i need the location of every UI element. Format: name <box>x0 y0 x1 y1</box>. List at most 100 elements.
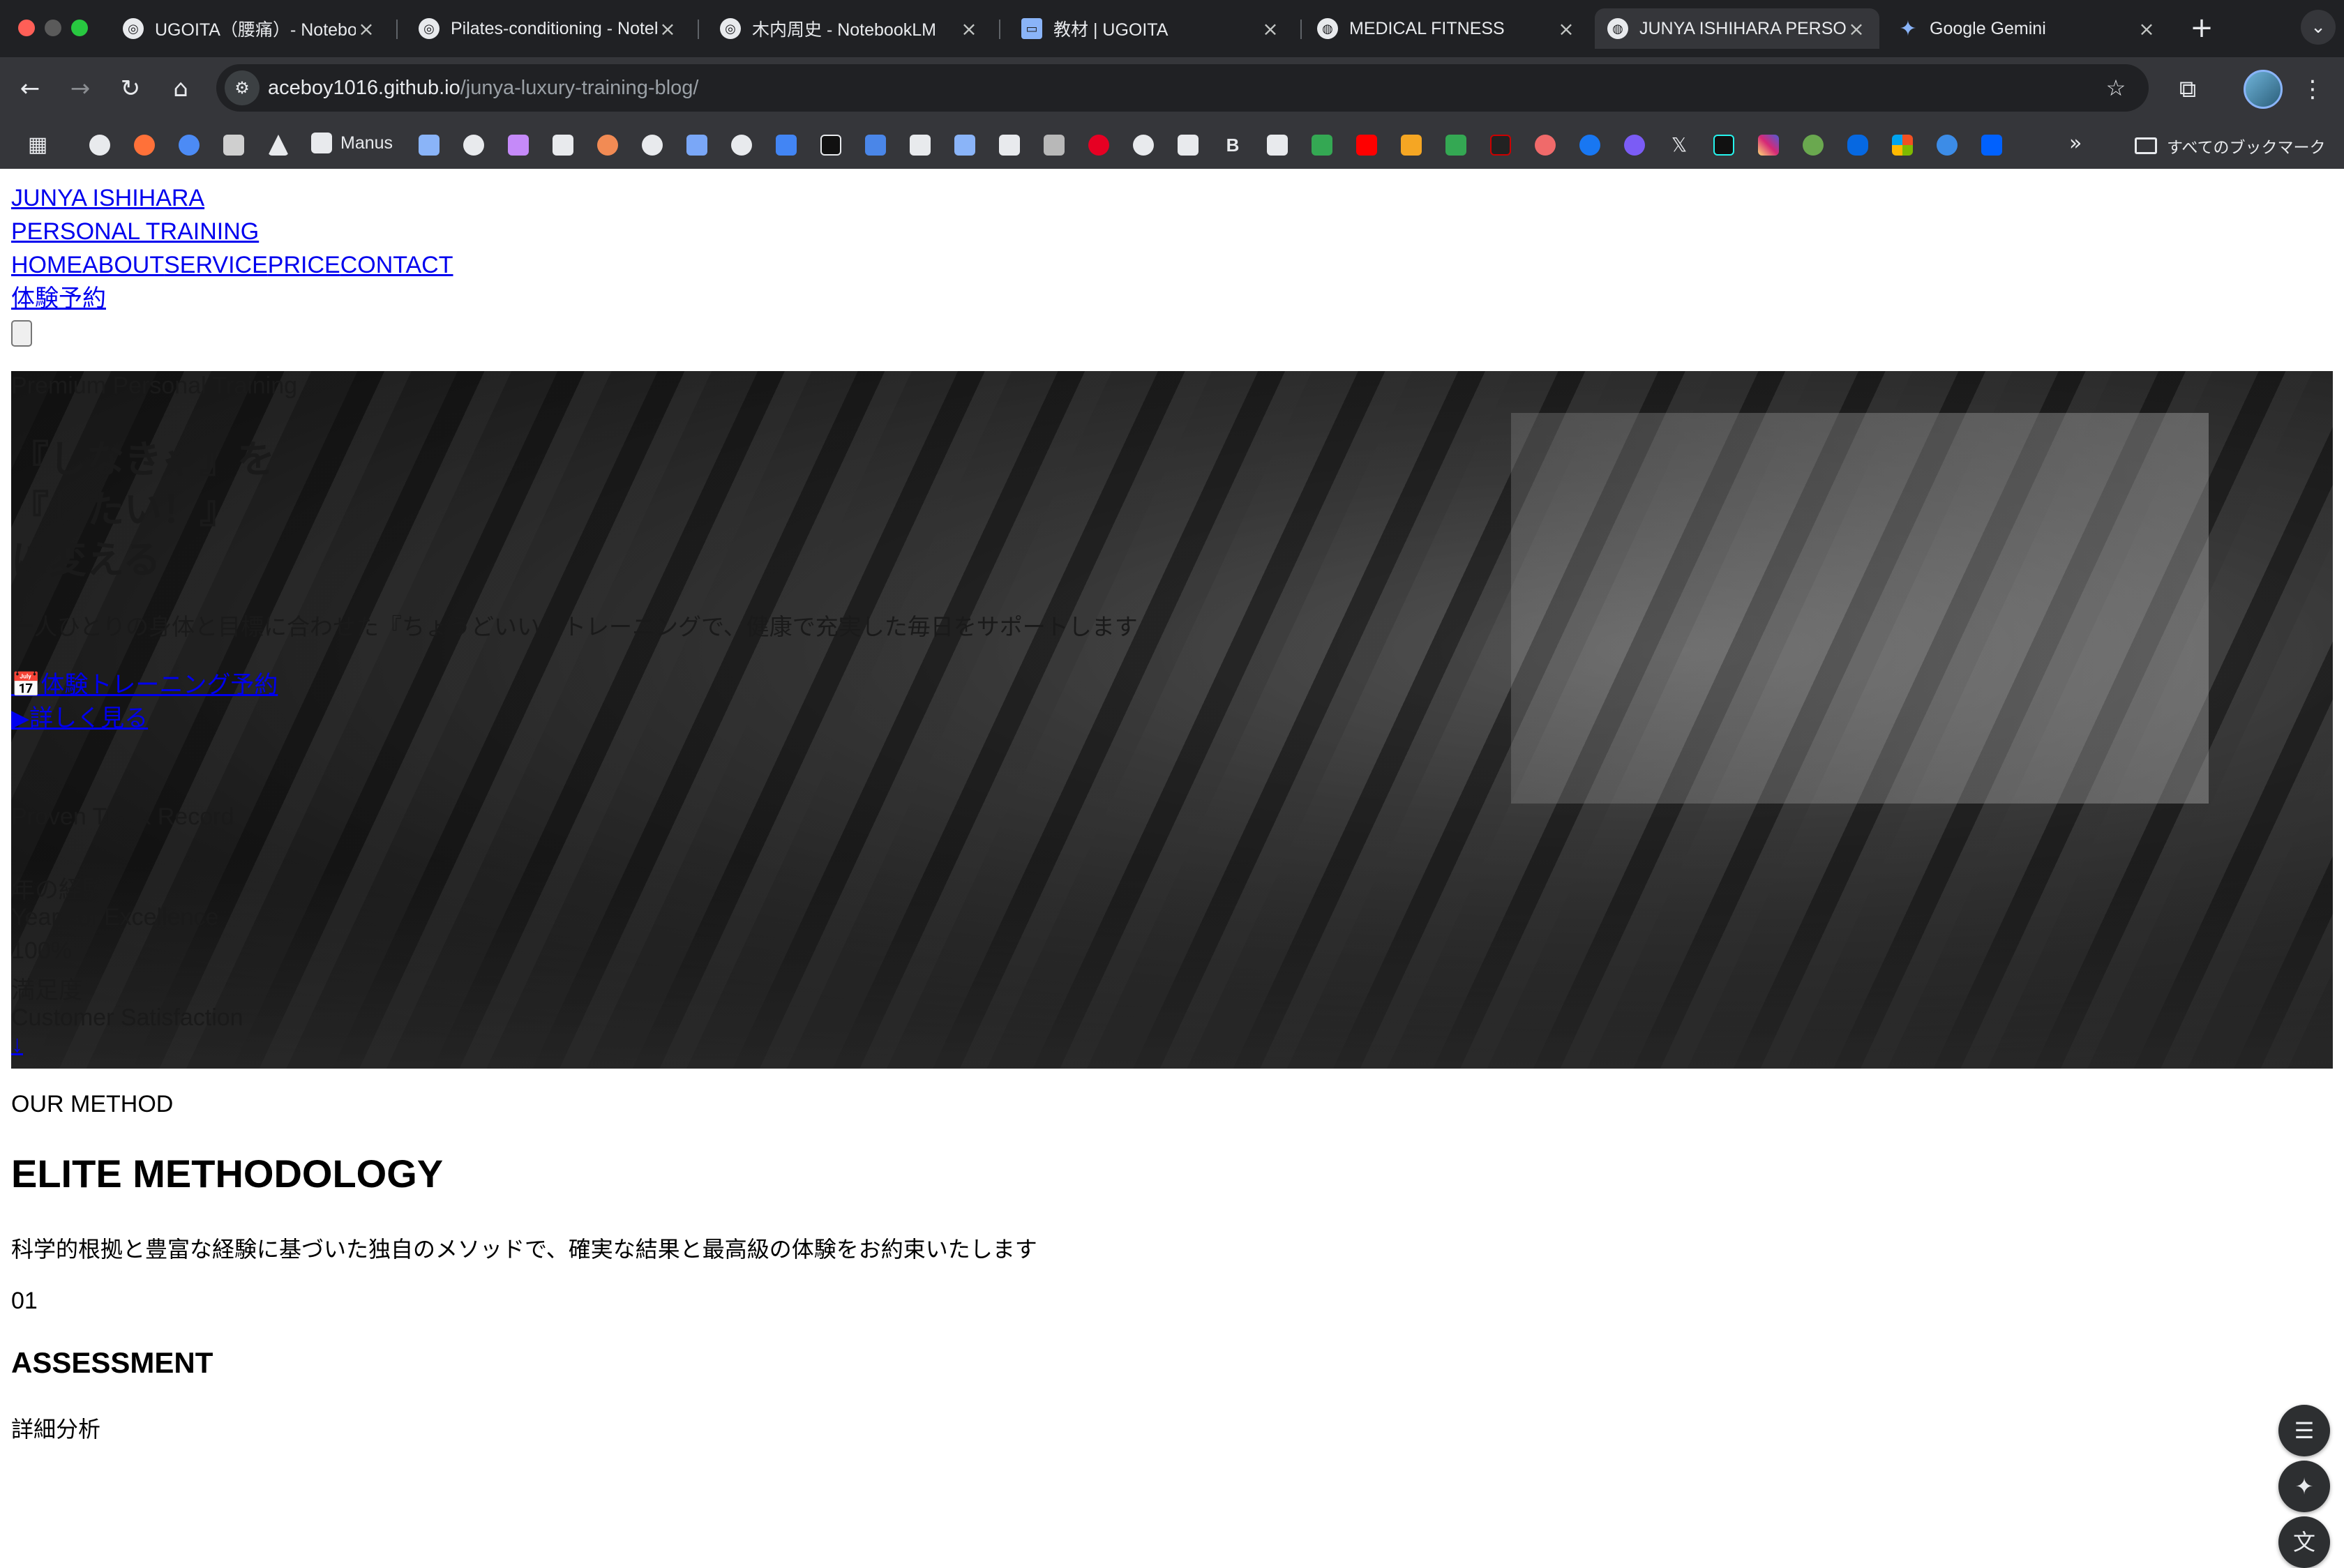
hero-eyebrow: Premium Personal Training <box>11 372 298 399</box>
address-bar[interactable]: ⚙ aceboy1016.github.io/junya-luxury-trai… <box>216 64 2149 112</box>
nav-price[interactable]: PRICE <box>268 252 340 278</box>
firefox-bookmark-icon[interactable] <box>134 135 155 156</box>
url-text[interactable]: aceboy1016.github.io/junya-luxury-traini… <box>268 77 698 100</box>
all-bookmarks-folder[interactable]: すべてのブックマーク <box>2135 134 2325 158</box>
stat-label: Years of Excellence <box>11 904 219 930</box>
stat-value: 100% <box>11 937 72 964</box>
close-tab-icon[interactable]: × <box>356 17 377 40</box>
close-tab-icon[interactable]: × <box>1846 17 1867 40</box>
google-bookmark-icon[interactable] <box>1133 135 1154 156</box>
notebooklm-bookmark-icon[interactable] <box>463 135 484 156</box>
trial-booking-link[interactable]: 体験予約 <box>11 283 106 314</box>
pinterest-bookmark-icon[interactable] <box>1088 135 1109 156</box>
browser-tab[interactable]: ▭ 教材 | UGOITA × <box>1009 8 1293 49</box>
x-bookmark-icon[interactable]: 𝕏 <box>1669 135 1690 156</box>
edit-bookmark-icon[interactable] <box>1178 135 1199 156</box>
nav-home[interactable]: HOME <box>11 252 82 278</box>
reload-icon[interactable]: ↻ <box>113 71 148 106</box>
c-bookmark-icon[interactable] <box>1937 135 1958 156</box>
site-info-icon[interactable]: ⚙ <box>225 70 260 105</box>
dropbox-bookmark-icon[interactable] <box>1981 135 2002 156</box>
perplexity-bookmark-icon[interactable] <box>223 135 244 156</box>
green-l-bookmark-icon[interactable] <box>1312 135 1332 156</box>
tab-search-chevron-icon[interactable]: ⌄ <box>2301 10 2336 45</box>
globe-icon: ◍ <box>1317 18 1338 39</box>
nav-service[interactable]: SERVICE <box>164 252 268 278</box>
close-tab-icon[interactable]: × <box>959 17 979 40</box>
browser-tab[interactable]: ◎ UGOITA（腰痛）- NotebookLM × <box>110 8 389 49</box>
tiktok-bookmark-icon[interactable] <box>1713 135 1734 156</box>
gemini-bookmark-icon[interactable] <box>419 135 440 156</box>
bolt-bookmark-icon[interactable] <box>508 135 529 156</box>
browser-tab-active[interactable]: ◍ JUNYA ISHIHARA PERSONAL TRAINING × <box>1595 8 1879 49</box>
more-bookmarks-icon[interactable]: » <box>2069 131 2082 156</box>
badge-47-bookmark-icon[interactable] <box>1624 135 1645 156</box>
microsoft-bookmark-icon[interactable] <box>1892 135 1913 156</box>
bookmark-star-icon[interactable]: ☆ <box>2098 70 2133 105</box>
kicker-bookmark-icon[interactable] <box>1267 135 1288 156</box>
classroom-bookmark-icon[interactable] <box>954 135 975 156</box>
manus-bookmark[interactable]: Manus <box>311 133 393 153</box>
new-tab-icon[interactable]: + <box>2188 11 2216 45</box>
trial-training-cta[interactable]: 📅体験トレーニング予約 <box>11 665 278 700</box>
orange-v-bookmark-icon[interactable] <box>1401 135 1422 156</box>
method-title: ELITE METHODOLOGY <box>11 1152 444 1196</box>
stat-label: 年の経験 <box>11 877 106 903</box>
close-tab-icon[interactable]: × <box>2136 17 2157 40</box>
mobile-menu-button[interactable] <box>11 320 32 347</box>
asana-bookmark-icon[interactable] <box>1535 135 1556 156</box>
close-tab-icon[interactable]: × <box>657 17 678 40</box>
url-host: aceboy1016.github.io <box>268 77 460 99</box>
sheets-bookmark-icon[interactable] <box>1445 135 1466 156</box>
facebook-bookmark-icon[interactable] <box>1579 135 1600 156</box>
calendar-bookmark-icon[interactable] <box>865 135 886 156</box>
green-figure-bookmark-icon[interactable] <box>1803 135 1824 156</box>
back-arrow-icon[interactable]: ← <box>13 71 47 106</box>
openai-bookmark-icon[interactable] <box>89 135 110 156</box>
nike-bookmark-icon[interactable] <box>1490 135 1511 156</box>
close-tab-icon[interactable]: × <box>1260 17 1281 40</box>
b-bookmark-icon[interactable] <box>820 135 841 156</box>
close-tab-icon[interactable]: × <box>1556 17 1577 40</box>
triangle-bookmark-icon[interactable] <box>268 135 289 156</box>
google-g-bookmark-icon[interactable] <box>642 135 663 156</box>
maximize-window-button[interactable] <box>71 20 88 36</box>
meta-bookmark-icon[interactable] <box>1847 135 1868 156</box>
notebooklm-icon: ◎ <box>123 18 144 39</box>
instagram-bookmark-icon[interactable] <box>1758 135 1779 156</box>
scroll-down-arrow-icon[interactable]: ↓ <box>11 1031 23 1058</box>
square-logo-bookmark-icon[interactable] <box>553 135 573 156</box>
minimize-window-button[interactable] <box>45 20 61 36</box>
ai-sparkle-icon[interactable]: ✦ <box>2278 1461 2330 1512</box>
home-icon[interactable]: ⌂ <box>163 71 198 106</box>
chatgpt-bookmark-icon[interactable] <box>731 135 752 156</box>
search-bookmark-icon[interactable] <box>179 135 200 156</box>
profile-avatar[interactable] <box>2244 70 2283 109</box>
book-bookmark-icon[interactable] <box>1044 135 1065 156</box>
orange-bookmark-icon[interactable] <box>597 135 618 156</box>
close-window-button[interactable] <box>18 20 35 36</box>
browser-tab[interactable]: ◎ 木内周史 - NotebookLM × <box>707 8 992 49</box>
list-notes-icon[interactable]: ☰ <box>2278 1405 2330 1456</box>
youtube-bookmark-icon[interactable] <box>1356 135 1377 156</box>
step-subtitle: 詳細分析 <box>11 1417 101 1442</box>
browser-menu-icon[interactable]: ⋮ <box>2299 71 2327 107</box>
translate-icon[interactable]: 文 <box>2278 1516 2330 1568</box>
flash-bookmark-icon[interactable] <box>776 135 797 156</box>
n-bookmark-icon[interactable] <box>910 135 931 156</box>
nav-contact[interactable]: CONTACT <box>340 252 453 278</box>
learn-more-cta[interactable]: ▶詳しく見る <box>11 699 148 733</box>
butterfly-bookmark-icon[interactable] <box>686 135 707 156</box>
nav-about[interactable]: ABOUT <box>82 252 164 278</box>
notion-bookmark-icon[interactable] <box>999 135 1020 156</box>
site-logo-line1[interactable]: JUNYA ISHIHARA <box>11 183 204 213</box>
forward-arrow-icon[interactable]: → <box>63 71 98 106</box>
browser-tab[interactable]: ◍ MEDICAL FITNESS × <box>1305 8 1589 49</box>
hero-title-line: 『したい！』 <box>11 489 237 531</box>
apps-grid-icon[interactable]: ▦ <box>25 133 50 158</box>
site-logo-line2[interactable]: PERSONAL TRAINING <box>11 216 259 247</box>
b-letter-bookmark-icon[interactable]: B <box>1222 135 1243 156</box>
browser-tab[interactable]: ◎ Pilates-conditioning - NotebookLM × <box>406 8 691 49</box>
browser-tab[interactable]: ✦ Google Gemini × <box>1885 8 2170 49</box>
extensions-puzzle-icon[interactable]: ⧉ <box>2170 71 2206 107</box>
